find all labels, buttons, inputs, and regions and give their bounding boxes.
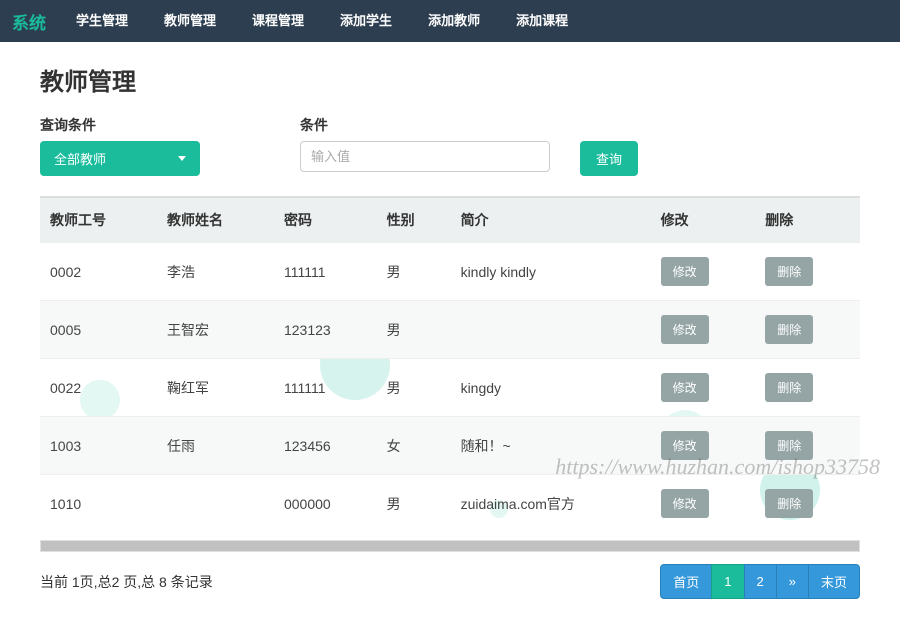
col-password: 密码 [274, 197, 377, 243]
nav-student-mgmt[interactable]: 学生管理 [58, 0, 146, 42]
cell-pwd: 000000 [274, 475, 377, 533]
cell-pwd: 123456 [274, 417, 377, 475]
edit-button[interactable]: 修改 [661, 257, 709, 286]
cell-pwd: 111111 [274, 359, 377, 417]
cell-id: 0005 [40, 301, 157, 359]
cell-bio: zuidaima.com官方 [451, 475, 651, 533]
dropdown-value: 全部教师 [54, 149, 106, 168]
nav-teacher-mgmt[interactable]: 教师管理 [146, 0, 234, 42]
brand-logo: 系统 [0, 9, 58, 34]
cell-bio: 随和！~ [451, 417, 651, 475]
page-2-button[interactable]: 2 [744, 564, 777, 599]
condition-input[interactable] [300, 141, 550, 172]
delete-button[interactable]: 删除 [765, 431, 813, 460]
horizontal-scrollbar[interactable] [40, 540, 860, 552]
pagination: 首页 1 2 » 末页 [661, 564, 860, 599]
cell-name: 王智宏 [157, 301, 274, 359]
cell-gender: 女 [377, 417, 451, 475]
cell-id: 0022 [40, 359, 157, 417]
cell-pwd: 111111 [274, 243, 377, 301]
page-1-button[interactable]: 1 [711, 564, 744, 599]
table-row: 1003任雨123456女随和！~ 修改 删除 [40, 417, 860, 475]
nav-course-mgmt[interactable]: 课程管理 [234, 0, 322, 42]
table-row: 1010 000000男zuidaima.com官方修改 删除 [40, 475, 860, 533]
cell-pwd: 123123 [274, 301, 377, 359]
page-first-button[interactable]: 首页 [660, 564, 712, 599]
cell-name: 李浩 [157, 243, 274, 301]
condition-label: 条件 [300, 115, 550, 135]
col-edit: 修改 [651, 197, 756, 243]
cell-gender: 男 [377, 301, 451, 359]
cell-id: 0002 [40, 243, 157, 301]
col-gender: 性别 [377, 197, 451, 243]
cell-gender: 男 [377, 475, 451, 533]
page-last-button[interactable]: 末页 [808, 564, 860, 599]
edit-button[interactable]: 修改 [661, 431, 709, 460]
cell-name [157, 475, 274, 533]
caret-down-icon [178, 156, 186, 161]
edit-button[interactable]: 修改 [661, 489, 709, 518]
col-delete: 删除 [755, 197, 860, 243]
query-condition-label: 查询条件 [40, 115, 200, 135]
cell-bio [451, 301, 651, 359]
edit-button[interactable]: 修改 [661, 315, 709, 344]
table-row: 0022鞠红军111111男kingdy 修改 删除 [40, 359, 860, 417]
cell-name: 任雨 [157, 417, 274, 475]
pagination-info: 当前 1页,总2 页,总 8 条记录 [40, 572, 213, 592]
cell-gender: 男 [377, 243, 451, 301]
nav-add-student[interactable]: 添加学生 [322, 0, 410, 42]
delete-button[interactable]: 删除 [765, 489, 813, 518]
delete-button[interactable]: 删除 [765, 373, 813, 402]
cell-id: 1010 [40, 475, 157, 533]
col-bio: 简介 [451, 197, 651, 243]
cell-bio: kingdy [451, 359, 651, 417]
cell-bio: kindly kindly [451, 243, 651, 301]
col-teacher-name: 教师姓名 [157, 197, 274, 243]
teacher-table: 教师工号 教师姓名 密码 性别 简介 修改 删除 0002李浩111111男ki… [40, 196, 860, 532]
delete-button[interactable]: 删除 [765, 257, 813, 286]
table-row: 0005王智宏123123男 修改 删除 [40, 301, 860, 359]
filter-dropdown[interactable]: 全部教师 [40, 141, 200, 176]
col-teacher-id: 教师工号 [40, 197, 157, 243]
nav-add-course[interactable]: 添加课程 [498, 0, 586, 42]
page-next-button[interactable]: » [776, 564, 809, 599]
cell-name: 鞠红军 [157, 359, 274, 417]
page-title: 教师管理 [40, 62, 860, 97]
edit-button[interactable]: 修改 [661, 373, 709, 402]
top-navbar: 系统 学生管理 教师管理 课程管理 添加学生 添加教师 添加课程 [0, 0, 900, 42]
table-row: 0002李浩111111男kindly kindly 修改 删除 [40, 243, 860, 301]
scrollbar-thumb[interactable] [41, 541, 859, 551]
delete-button[interactable]: 删除 [765, 315, 813, 344]
cell-gender: 男 [377, 359, 451, 417]
nav-add-teacher[interactable]: 添加教师 [410, 0, 498, 42]
filter-row: 查询条件 全部教师 条件 查询 [40, 115, 860, 176]
cell-id: 1003 [40, 417, 157, 475]
search-button[interactable]: 查询 [580, 141, 638, 176]
